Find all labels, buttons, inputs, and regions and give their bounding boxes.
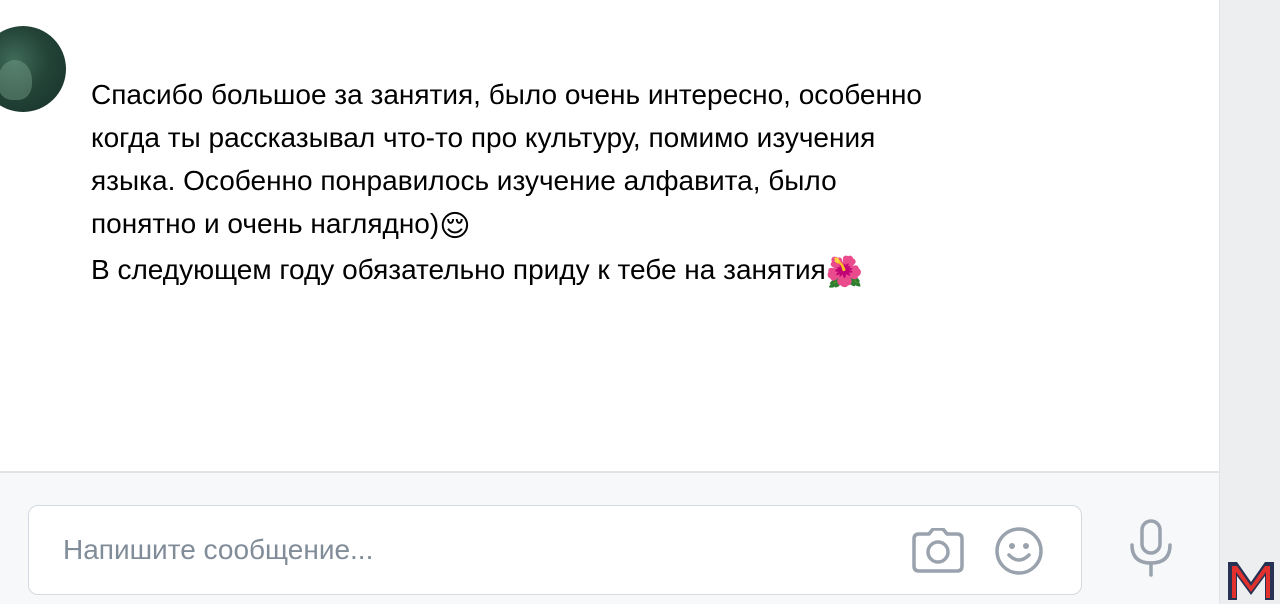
composer-bar: Напишите сообщение... bbox=[0, 471, 1219, 604]
message-line: когда ты рассказывал что-то про культуру… bbox=[91, 122, 876, 153]
chat-history: Спасибо большое за занятия, было очень и… bbox=[0, 0, 1219, 471]
right-sidebar bbox=[1219, 0, 1280, 604]
message-input-placeholder: Напишите сообщение... bbox=[63, 534, 374, 565]
camera-icon bbox=[912, 528, 964, 573]
emoji-button[interactable] bbox=[992, 524, 1046, 578]
smile-icon bbox=[995, 527, 1043, 575]
message-line-text: В следующем году обязательно приду к теб… bbox=[91, 254, 826, 285]
message-line-with-emoji: В следующем году обязательно приду к теб… bbox=[91, 248, 1051, 294]
message-line: Спасибо большое за занятия, было очень и… bbox=[91, 79, 922, 110]
voice-message-button[interactable] bbox=[1124, 519, 1178, 577]
relieved-face-emoji: 😌 bbox=[439, 210, 471, 243]
m-logo bbox=[1228, 562, 1274, 600]
message-line-with-emoji: понятно и очень наглядно)😌 bbox=[91, 202, 1051, 248]
hibiscus-emoji: 🌺 bbox=[825, 256, 864, 289]
microphone-icon bbox=[1130, 519, 1172, 577]
message-line: языка. Особенно понравилось изучение алф… bbox=[91, 165, 837, 196]
message-line-text: понятно и очень наглядно) bbox=[91, 208, 440, 239]
camera-button[interactable] bbox=[911, 524, 965, 578]
message-bubble: Спасибо большое за занятия, было очень и… bbox=[91, 73, 1051, 294]
message-input[interactable]: Напишите сообщение... bbox=[28, 505, 1082, 595]
sender-avatar[interactable] bbox=[0, 26, 66, 112]
